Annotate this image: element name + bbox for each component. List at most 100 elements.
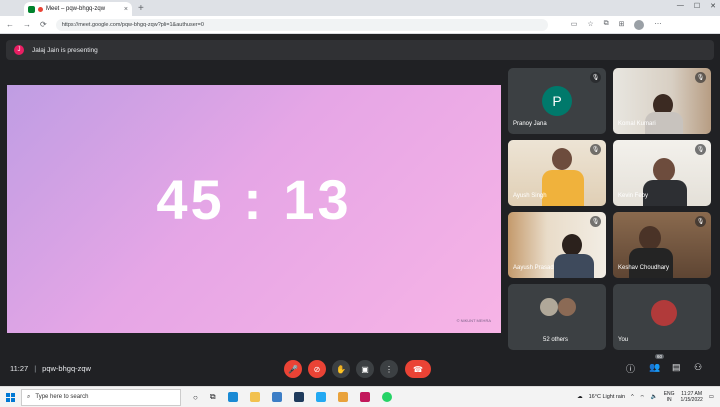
region-text: IN bbox=[666, 397, 672, 403]
participant-name: Ayush Singh bbox=[513, 193, 547, 199]
participant-name: Pranoy Jana bbox=[513, 121, 547, 127]
meeting-info-separator: | bbox=[34, 364, 37, 373]
other-participant-avatar bbox=[558, 298, 576, 316]
meeting-code: pqw-bhgq-zqw bbox=[42, 364, 91, 373]
clock-date: 1/15/2022 bbox=[680, 397, 703, 403]
clock[interactable]: 11:27 AM 1/15/2022 bbox=[681, 391, 703, 403]
participant-body bbox=[643, 180, 687, 206]
whatsapp-icon[interactable] bbox=[381, 392, 392, 402]
file-explorer-icon[interactable] bbox=[249, 392, 260, 402]
presentation-stage: 45 : 13 © NIKUNT MEHRA bbox=[7, 85, 501, 333]
profile-icon[interactable] bbox=[634, 19, 645, 30]
participant-body bbox=[629, 248, 673, 278]
camera-icon[interactable]: ▭ bbox=[571, 20, 578, 30]
leave-call-button[interactable]: ☎ bbox=[405, 360, 431, 378]
photoshop-icon[interactable] bbox=[293, 392, 304, 402]
browser-tab-bar: Meet – pqw-bhgq-zqw × + — ☐ ✕ bbox=[0, 0, 720, 16]
url-input[interactable]: https://meet.google.com/pqw-bhgq-zqw?pli… bbox=[55, 18, 548, 31]
muted-mic-icon: 🎙 bbox=[695, 144, 706, 155]
participant-tile[interactable]: 🎙 Aayush Prasad bbox=[508, 212, 606, 278]
menu-icon[interactable]: ⋯ bbox=[654, 20, 661, 30]
windows-taskbar: ⌕ Type here to search ○ ⧉ ☁ 16°C Light r… bbox=[0, 386, 720, 407]
star-icon[interactable]: ☆ bbox=[587, 20, 593, 30]
participant-head bbox=[562, 234, 582, 256]
tab-title: Meet – pqw-bhgq-zqw bbox=[46, 6, 106, 12]
activities-icon[interactable]: ⚇ bbox=[694, 362, 702, 373]
browser-toolbar-icons: ▭ ☆ ⧉ ⊞ ⋯ bbox=[571, 19, 661, 30]
camera-off-button[interactable]: ⊘ bbox=[308, 360, 326, 378]
self-avatar bbox=[651, 300, 677, 326]
app-icon[interactable] bbox=[359, 392, 370, 402]
participant-tile[interactable]: 🎙 Keshav Choudhary bbox=[613, 212, 711, 278]
meeting-details-icon[interactable]: ⓘ bbox=[626, 362, 635, 375]
raise-hand-button[interactable]: ✋ bbox=[332, 360, 350, 378]
others-tile[interactable]: 52 others bbox=[508, 284, 606, 350]
forward-icon[interactable]: → bbox=[23, 20, 31, 29]
self-name: You bbox=[618, 337, 629, 343]
participant-name: Kevin Feby bbox=[618, 193, 649, 199]
presenter-text: Jalaj Jain is presenting bbox=[32, 46, 98, 54]
vscode-icon[interactable] bbox=[315, 392, 326, 402]
close-tab-icon[interactable]: × bbox=[124, 6, 128, 13]
muted-mic-icon: 🎙 bbox=[590, 216, 601, 227]
participant-body bbox=[542, 170, 584, 206]
edge-icon[interactable] bbox=[227, 392, 238, 402]
participant-tile[interactable]: 🎙 Komal Kumari bbox=[613, 68, 711, 134]
recording-indicator-icon bbox=[38, 6, 43, 12]
self-tile[interactable]: You bbox=[613, 284, 711, 350]
chrome-icon[interactable] bbox=[337, 392, 348, 402]
address-bar-row: ← → ⟳ https://meet.google.com/pqw-bhgq-z… bbox=[0, 16, 720, 34]
more-options-button[interactable]: ⋮ bbox=[380, 360, 398, 378]
present-button[interactable]: ▣ bbox=[356, 360, 374, 378]
participant-tile[interactable]: 🎙 Ayush Singh bbox=[508, 140, 606, 206]
mic-off-button[interactable]: 🎤 bbox=[284, 360, 302, 378]
tray-chevron-icon[interactable]: ^ bbox=[631, 394, 634, 400]
search-placeholder: Type here to search bbox=[35, 394, 89, 400]
meeting-info: 11:27 | pqw-bhgq-zqw bbox=[10, 364, 91, 373]
maximize-icon[interactable]: ☐ bbox=[694, 2, 700, 10]
extensions-icon[interactable]: ⧉ bbox=[604, 20, 609, 30]
presentation-timer-text: 45 : 13 bbox=[156, 168, 352, 231]
network-icon[interactable]: ⌔ bbox=[640, 394, 645, 401]
participant-tile[interactable]: 🎙 Kevin Feby bbox=[613, 140, 711, 206]
participant-head bbox=[653, 158, 675, 182]
back-icon[interactable]: ← bbox=[6, 20, 14, 29]
notification-icon[interactable]: ▭ bbox=[709, 394, 714, 400]
volume-icon[interactable]: 🔈 bbox=[651, 394, 658, 400]
presentation-watermark: © NIKUNT MEHRA bbox=[456, 318, 491, 323]
muted-mic-icon: 🎙 bbox=[695, 72, 706, 83]
collections-icon[interactable]: ⊞ bbox=[619, 20, 625, 30]
participant-name: Komal Kumari bbox=[618, 121, 656, 127]
close-window-icon[interactable]: ✕ bbox=[710, 2, 716, 10]
chat-icon[interactable]: ▤ bbox=[672, 362, 681, 373]
reload-icon[interactable]: ⟳ bbox=[40, 20, 47, 29]
store-icon[interactable] bbox=[271, 392, 282, 402]
browser-tab-meet[interactable]: Meet – pqw-bhgq-zqw × bbox=[24, 2, 132, 16]
new-tab-button[interactable]: + bbox=[138, 2, 144, 16]
participant-name: Aayush Prasad bbox=[513, 265, 554, 271]
participant-tile[interactable]: P 🎙 Pranoy Jana bbox=[508, 68, 606, 134]
meeting-time: 11:27 bbox=[10, 364, 29, 373]
participant-avatar: P bbox=[542, 86, 572, 116]
taskbar-apps: ○ ⧉ bbox=[193, 392, 392, 402]
minimize-icon[interactable]: — bbox=[677, 2, 684, 10]
other-participant-avatar bbox=[540, 298, 558, 316]
participant-body bbox=[554, 254, 594, 278]
muted-mic-icon: 🎙 bbox=[695, 216, 706, 227]
present-screen-icon: ▣ bbox=[361, 364, 369, 374]
weather-text[interactable]: 16°C Light rain bbox=[589, 394, 625, 400]
language-indicator[interactable]: ENG IN bbox=[664, 391, 675, 403]
url-text: https://meet.google.com/pqw-bhgq-zqw?pli… bbox=[61, 21, 204, 28]
hang-up-icon: ☎ bbox=[413, 364, 423, 374]
windows-start-icon[interactable] bbox=[6, 392, 15, 402]
task-view-icon[interactable]: ⧉ bbox=[210, 392, 216, 402]
system-tray: ☁ 16°C Light rain ^ ⌔ 🔈 ENG IN 11:27 AM … bbox=[577, 391, 720, 403]
people-icon[interactable]: 👥 bbox=[649, 362, 660, 373]
weather-icon[interactable]: ☁ bbox=[577, 394, 583, 400]
participant-head bbox=[639, 226, 661, 250]
taskbar-search-input[interactable]: ⌕ Type here to search bbox=[21, 388, 181, 406]
cortana-icon[interactable]: ○ bbox=[193, 393, 198, 402]
participant-name: Keshav Choudhary bbox=[618, 265, 670, 271]
more-vert-icon: ⋮ bbox=[385, 364, 393, 374]
presenter-avatar: J bbox=[14, 45, 24, 55]
